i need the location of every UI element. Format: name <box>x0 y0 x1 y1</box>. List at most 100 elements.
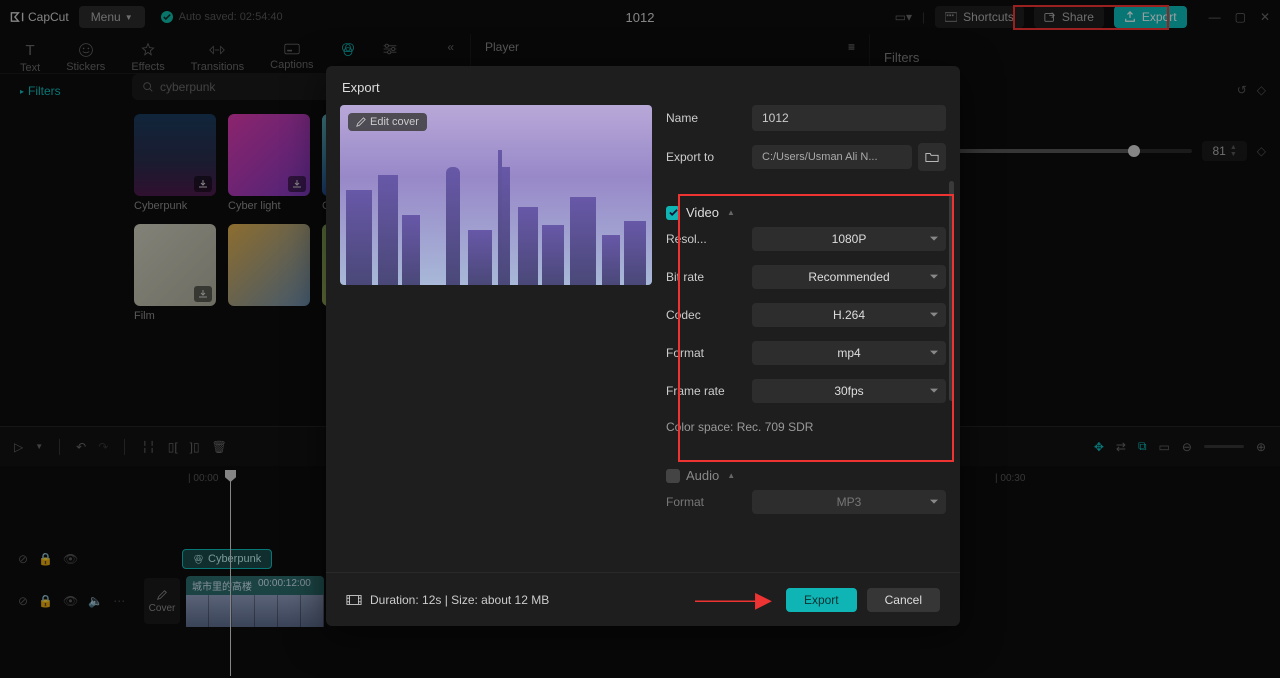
filter-clip[interactable]: Cyberpunk <box>182 549 272 569</box>
pencil-icon <box>356 117 366 127</box>
audio-format-select: MP3 <box>752 490 946 514</box>
app-logo: CapCut <box>10 10 69 24</box>
maximize-icon[interactable]: ▢ <box>1235 10 1246 24</box>
filters-icon <box>340 42 356 58</box>
cancel-button[interactable]: Cancel <box>867 588 940 612</box>
lock-track-icon[interactable]: 🔒 <box>38 552 53 566</box>
mute-track-icon[interactable]: 🔈 <box>88 594 103 608</box>
zoom-out-icon[interactable]: ⊖ <box>1182 440 1192 454</box>
framerate-select[interactable]: 30fps <box>752 379 946 403</box>
top-right-controls: ▭▾ | Shortcuts Share Export — ▢ ✕ <box>895 6 1270 28</box>
name-input[interactable] <box>752 105 946 131</box>
export-info: Duration: 12s | Size: about 12 MB <box>346 593 549 607</box>
filter-card[interactable] <box>228 224 310 322</box>
effects-icon <box>140 42 156 58</box>
hide-track-icon[interactable]: ⊘ <box>18 594 28 608</box>
scrollbar[interactable] <box>949 181 954 401</box>
captions-icon <box>284 42 300 56</box>
audio-section-header[interactable]: Audio▲ <box>666 464 946 489</box>
format-select[interactable]: mp4 <box>752 341 946 365</box>
hand-tool-icon[interactable]: ✥ <box>1094 440 1104 454</box>
bitrate-select[interactable]: Recommended <box>752 265 946 289</box>
download-icon[interactable] <box>288 176 306 192</box>
project-title: 1012 <box>626 10 655 25</box>
minimize-icon[interactable]: — <box>1209 10 1221 24</box>
slider-handle[interactable] <box>1128 145 1140 157</box>
export-button[interactable]: Export <box>786 588 857 612</box>
tab-captions[interactable]: Captions <box>266 40 317 73</box>
audio-checkbox[interactable] <box>666 469 680 483</box>
check-icon <box>161 11 173 23</box>
reset-icon[interactable]: ↺ <box>1237 83 1247 97</box>
zoom-slider[interactable] <box>1204 445 1244 448</box>
bitrate-label: Bit rate <box>666 270 752 284</box>
tab-transitions[interactable]: Transitions <box>187 40 248 75</box>
cover-button[interactable]: Cover <box>144 578 180 624</box>
export-top-button[interactable]: Export <box>1114 6 1187 28</box>
folder-icon <box>925 151 939 163</box>
preview-icon[interactable]: ▭ <box>1159 440 1170 454</box>
player-header: Player ≡ <box>485 40 855 54</box>
format-label: Format <box>666 346 752 360</box>
tab-stickers[interactable]: Stickers <box>62 40 109 75</box>
tab-adjust[interactable] <box>378 40 402 58</box>
film-icon <box>346 594 362 606</box>
stickers-icon <box>78 42 94 58</box>
trim-left-icon[interactable]: ▯[ <box>168 440 178 454</box>
video-section-header[interactable]: Video▲ <box>666 201 946 226</box>
delete-icon[interactable]: 🗑 <box>212 440 227 454</box>
sidebar-filters[interactable]: ▸Filters <box>20 80 120 102</box>
video-checkbox[interactable] <box>666 206 680 220</box>
edit-cover-button[interactable]: Edit cover <box>348 113 427 131</box>
autosave-status: Auto saved: 02:54:40 <box>161 11 283 23</box>
menu-button[interactable]: Menu ▼ <box>79 6 145 28</box>
collapse-icon: ▲ <box>727 471 735 480</box>
lock-track-icon[interactable]: 🔒 <box>38 594 53 608</box>
dialog-footer: Duration: 12s | Size: about 12 MB ———▶ E… <box>326 572 960 626</box>
download-icon[interactable] <box>194 176 212 192</box>
aspect-ratio-icon[interactable]: ▭▾ <box>895 10 912 24</box>
export-preview: Edit cover <box>340 105 652 285</box>
tab-filters[interactable] <box>336 40 360 60</box>
tab-effects[interactable]: Effects <box>127 40 168 75</box>
visible-track-icon[interactable]: 👁 <box>63 594 78 608</box>
trim-right-icon[interactable]: ]▯ <box>190 440 200 454</box>
visible-track-icon[interactable]: 👁 <box>63 552 78 566</box>
keyframe-icon[interactable]: ◇ <box>1257 83 1266 97</box>
codec-label: Codec <box>666 308 752 322</box>
export-dialog: Export Edit cover <box>326 66 960 626</box>
snap-icon[interactable]: ⧉ <box>1138 439 1147 454</box>
top-bar: CapCut Menu ▼ Auto saved: 02:54:40 1012 … <box>0 0 1280 34</box>
split-icon[interactable]: ╎╎ <box>141 440 155 454</box>
browse-folder-button[interactable] <box>918 143 946 171</box>
player-menu-icon[interactable]: ≡ <box>848 40 855 54</box>
filter-card[interactable]: Cyber light <box>228 114 310 212</box>
share-button[interactable]: Share <box>1034 6 1104 28</box>
zoom-in-icon[interactable]: ⊕ <box>1256 440 1266 454</box>
link-icon[interactable]: ⇄ <box>1116 440 1126 454</box>
close-icon[interactable]: ✕ <box>1260 10 1270 24</box>
download-icon[interactable] <box>194 286 212 302</box>
tab-text[interactable]: TText <box>16 40 44 76</box>
video-clip[interactable]: 城市里的高楼00:00:12:00 <box>186 576 324 627</box>
codec-select[interactable]: H.264 <box>752 303 946 327</box>
pointer-tool-icon[interactable]: ▷ <box>14 440 23 454</box>
chevron-down-icon: ▼ <box>125 13 133 22</box>
playhead[interactable] <box>230 470 231 676</box>
collapse-tabs-icon[interactable]: « <box>447 40 454 54</box>
filter-card[interactable]: Film <box>134 224 216 322</box>
keyboard-icon <box>945 12 957 22</box>
search-icon <box>142 81 154 93</box>
slider-value[interactable]: 81▲▼ <box>1202 141 1246 161</box>
shortcuts-button[interactable]: Shortcuts <box>935 6 1024 28</box>
hide-track-icon[interactable]: ⊘ <box>18 552 28 566</box>
keyframe-icon[interactable]: ◇ <box>1257 144 1266 158</box>
text-icon: T <box>26 42 35 59</box>
undo-icon[interactable]: ↶ <box>76 440 86 454</box>
redo-icon[interactable]: ↷ <box>98 440 108 454</box>
filters-icon <box>193 554 204 565</box>
colorspace-text: Color space: Rec. 709 SDR <box>666 416 946 438</box>
filter-card[interactable]: Cyberpunk <box>134 114 216 212</box>
dialog-title: Export <box>326 66 960 105</box>
resolution-select[interactable]: 1080P <box>752 227 946 251</box>
